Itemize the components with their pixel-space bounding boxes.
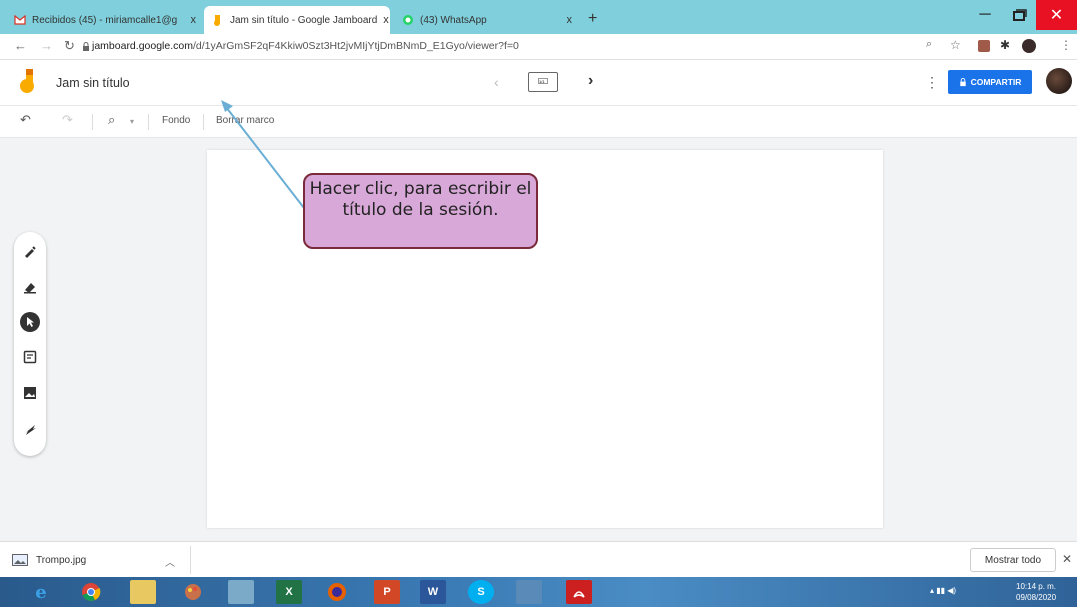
jam-title[interactable]: Jam sin título [56, 76, 130, 90]
select-tool-icon[interactable] [20, 312, 40, 332]
frame-indicator: 1/1 [538, 78, 548, 84]
toolbar-divider [92, 114, 93, 130]
jamboard-toolbar: ↶ ↷ ⌕ ▾ Fondo Borrar marco [0, 106, 1077, 138]
zoom-icon[interactable]: ⌕ [108, 112, 115, 128]
laser-tool-icon[interactable] [21, 420, 39, 438]
eraser-tool-icon[interactable] [21, 278, 39, 296]
tool-palette [14, 232, 46, 456]
jamboard-logo-icon[interactable] [20, 68, 36, 94]
lock-icon [959, 77, 966, 86]
pen-tool-icon[interactable] [21, 242, 39, 260]
next-frame-button[interactable]: › [588, 72, 593, 90]
profile-avatar-icon[interactable] [1022, 39, 1036, 53]
tab-jamboard[interactable]: Jam sin título - Google Jamboard x [204, 6, 390, 34]
bookmark-star-icon[interactable]: ☆ [950, 38, 961, 52]
tab-label: Jam sin título - Google Jamboard [230, 14, 378, 26]
paint-icon[interactable] [180, 580, 206, 604]
skype-icon[interactable]: S [468, 580, 494, 604]
excel-icon[interactable]: X [276, 580, 302, 604]
clock-date: 09/08/2020 [1016, 593, 1057, 602]
tab-label: Recibidos (45) - miriamcalle1@g [32, 14, 178, 26]
zoom-icon[interactable]: ⌕ [926, 38, 932, 51]
downloads-bar: Trompo.jpg ︿ Mostrar todo ✕ [0, 541, 1077, 577]
extension-icon[interactable] [978, 40, 990, 52]
zoom-dropdown-icon[interactable]: ▾ [130, 117, 134, 126]
tab-whatsapp[interactable]: (43) WhatsApp x [394, 6, 580, 34]
acrobat-icon[interactable] [566, 580, 592, 604]
remote-desktop-icon[interactable] [516, 580, 542, 604]
windows-taskbar: e X P W S ▴ ▮▮ ◀) 10:14 p. m. 09/08/2020 [0, 577, 1077, 607]
jamboard-icon [214, 15, 220, 26]
gmail-icon [14, 14, 26, 25]
download-options-icon[interactable]: ︿ [165, 554, 175, 569]
notepad-icon[interactable] [228, 580, 254, 604]
download-item[interactable]: Trompo.jpg [12, 554, 86, 566]
url-field[interactable]: jamboard.google.com/d/1yArGmSF2qF4Kkiw0S… [92, 40, 519, 52]
more-options-icon[interactable]: ⋮ [925, 74, 939, 91]
internet-explorer-icon[interactable]: e [28, 580, 54, 604]
url-host: jamboard.google.com [92, 40, 193, 52]
powerpoint-icon[interactable]: P [374, 580, 400, 604]
prev-frame-button[interactable]: ‹ [494, 74, 499, 90]
tab-close-icon[interactable]: x [567, 14, 573, 26]
background-button[interactable]: Fondo [162, 115, 190, 126]
clear-frame-button[interactable]: Borrar marco [216, 115, 274, 126]
jamboard-header: Jam sin título ‹ 1/1 › ⋮ COMPARTIR [0, 60, 1077, 106]
chrome-icon[interactable] [78, 580, 104, 604]
instruction-callout: Hacer clic, para escribir el título de l… [303, 173, 538, 249]
toolbar-divider [203, 114, 204, 130]
image-tool-icon[interactable] [21, 384, 39, 402]
restore-icon[interactable] [1004, 0, 1036, 30]
downloads-divider [190, 546, 191, 574]
share-button[interactable]: COMPARTIR [948, 70, 1032, 94]
downloads-close-icon[interactable]: ✕ [1062, 552, 1072, 566]
share-label: COMPARTIR [970, 77, 1022, 87]
workspace [0, 138, 1077, 541]
minimize-icon[interactable]: ─ [966, 0, 1004, 30]
show-all-button[interactable]: Mostrar todo [970, 548, 1056, 572]
address-bar: ← → ↻ jamboard.google.com/d/1yArGmSF2qF4… [0, 34, 1077, 60]
lock-icon [83, 42, 89, 51]
window-close-icon[interactable]: ✕ [1036, 0, 1077, 30]
undo-icon[interactable]: ↶ [20, 112, 31, 128]
download-file-name: Trompo.jpg [36, 554, 87, 566]
tab-close-icon[interactable]: x [191, 14, 197, 26]
browser-tab-strip: Recibidos (45) - miriamcalle1@g x Jam si… [0, 0, 1077, 34]
tab-close-icon[interactable]: x [383, 14, 389, 26]
clock-time: 10:14 p. m. [1016, 582, 1057, 591]
word-icon[interactable]: W [420, 580, 446, 604]
whatsapp-icon [403, 15, 413, 25]
firefox-icon[interactable] [324, 580, 350, 604]
url-path: /d/1yArGmSF2qF4Kkiw0Szt3Ht2jvMIjYtjDmBNm… [192, 40, 519, 52]
reload-icon[interactable]: ↻ [64, 38, 75, 54]
sticky-note-icon[interactable] [21, 348, 39, 366]
redo-icon[interactable]: ↷ [62, 112, 73, 128]
frame-bar-button[interactable]: 1/1 [528, 72, 558, 92]
avatar[interactable] [1046, 68, 1072, 94]
tab-gmail[interactable]: Recibidos (45) - miriamcalle1@g x [6, 6, 204, 34]
taskbar-clock[interactable]: 10:14 p. m. 09/08/2020 [1016, 581, 1056, 603]
tab-label: (43) WhatsApp [420, 14, 487, 26]
system-tray[interactable]: ▴ ▮▮ ◀) [930, 586, 956, 595]
new-tab-button[interactable]: + [588, 10, 597, 28]
forward-icon[interactable]: → [40, 38, 53, 53]
file-explorer-icon[interactable] [130, 580, 156, 604]
browser-menu-icon[interactable]: ⋮ [1060, 38, 1072, 52]
extensions-puzzle-icon[interactable]: ✱ [1000, 38, 1010, 52]
toolbar-divider [148, 114, 149, 130]
back-icon[interactable]: ← [14, 38, 27, 53]
image-file-icon [12, 554, 28, 566]
